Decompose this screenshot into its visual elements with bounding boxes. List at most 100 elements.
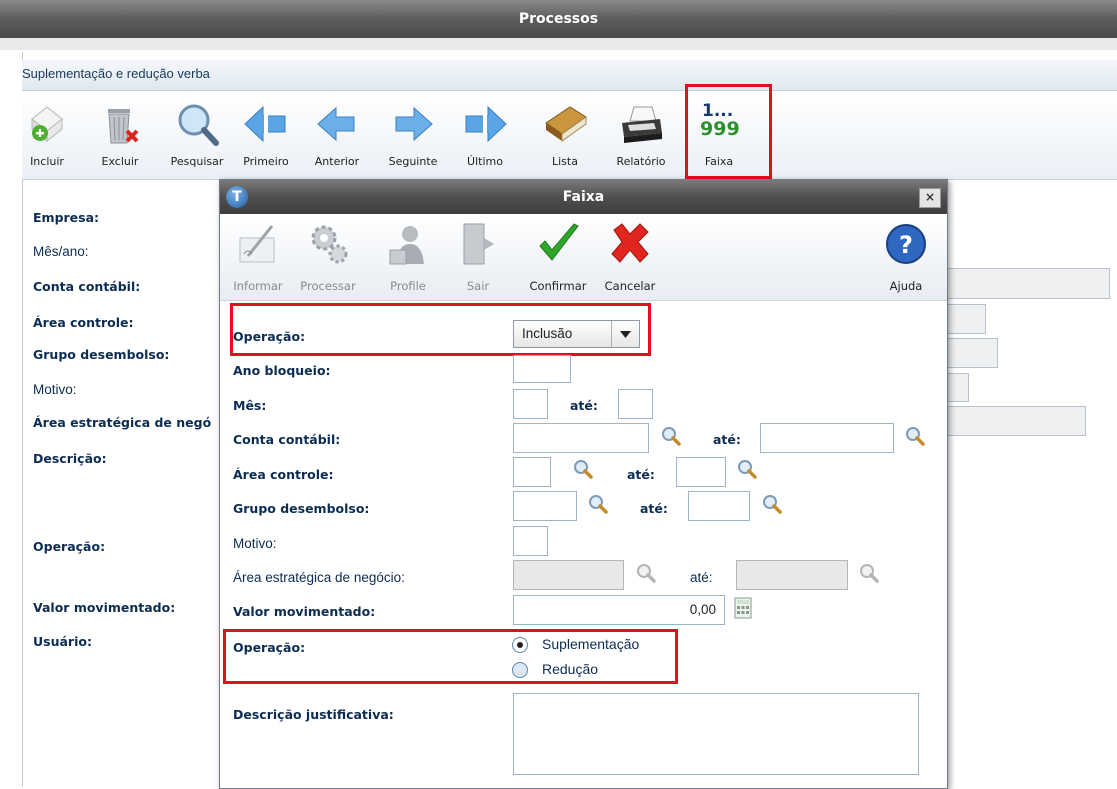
- seguinte-label: Seguinte: [388, 155, 438, 168]
- conta-contabil-from-search-icon[interactable]: [660, 425, 682, 447]
- area-estrategica-to-input[interactable]: [736, 560, 848, 590]
- excluir-button[interactable]: Excluir: [85, 91, 155, 179]
- excluir-label: Excluir: [101, 155, 139, 168]
- area-controle-from-search-icon[interactable]: [572, 458, 594, 480]
- profile-button[interactable]: Profile: [376, 214, 440, 300]
- primeiro-label: Primeiro: [243, 155, 289, 168]
- relatorio-button[interactable]: Relatório: [606, 91, 676, 179]
- grupo-desembolso-label: Grupo desembolso:: [33, 347, 170, 362]
- area-controle-to-search-icon[interactable]: [736, 458, 758, 480]
- user-profile-icon: [389, 226, 424, 265]
- area-estrategica-from-input[interactable]: [513, 560, 624, 590]
- ano-bloqueio-input[interactable]: [513, 355, 571, 383]
- mes-from-input[interactable]: [513, 389, 548, 419]
- conta-contabil-from-input[interactable]: [513, 423, 649, 453]
- pen-edit-icon: [239, 225, 275, 263]
- area-controle-to-input[interactable]: [676, 457, 726, 487]
- previous-arrow-icon: [317, 106, 355, 142]
- pesquisar-button[interactable]: Pesquisar: [162, 91, 232, 179]
- exit-door-icon: [463, 223, 494, 265]
- faixa-highlight-box: [685, 84, 772, 179]
- area-estrategica-label: Área estratégica de negó: [33, 415, 212, 430]
- lista-label: Lista: [552, 155, 578, 168]
- cancelar-label: Cancelar: [604, 279, 656, 293]
- primeiro-button[interactable]: Primeiro: [231, 91, 301, 179]
- conta-contabil-bg-field[interactable]: [946, 268, 1110, 299]
- area-controle-from-input[interactable]: [513, 457, 551, 487]
- svg-text:?: ?: [899, 231, 913, 259]
- incluir-button[interactable]: Incluir: [12, 91, 82, 179]
- area-controle-bg-field[interactable]: [946, 304, 986, 334]
- informar-button[interactable]: Informar: [226, 214, 290, 300]
- grupo-desembolso-from-input[interactable]: [513, 491, 577, 521]
- grupo-desembolso-to-search-icon[interactable]: [761, 493, 783, 515]
- sair-label: Sair: [466, 279, 490, 293]
- conta-contabil-ate-label: até:: [713, 432, 741, 447]
- operacao-highlight-box: [230, 303, 651, 356]
- mes-ano-label: Mês/ano:: [33, 244, 89, 259]
- help-question-icon: ?: [886, 224, 926, 264]
- informar-label: Informar: [233, 279, 283, 293]
- anterior-button[interactable]: Anterior: [302, 91, 372, 179]
- cancelar-button[interactable]: Cancelar: [598, 214, 662, 300]
- profile-label: Profile: [390, 279, 426, 293]
- faixa-dialog: T Faixa × Informar Processar Profile Sai…: [219, 179, 948, 789]
- dialog-motivo-label: Motivo:: [233, 536, 277, 551]
- descricao-label: Descrição:: [33, 451, 107, 466]
- confirmar-button[interactable]: Confirmar: [526, 214, 590, 300]
- grupo-desembolso-bg-field[interactable]: [946, 338, 998, 368]
- close-button[interactable]: ×: [919, 188, 941, 208]
- operacao-label: Operação:: [33, 539, 106, 554]
- module-header: Suplementação e redução verba: [22, 60, 1117, 91]
- dialog-toolbar: Informar Processar Profile Sair Confirma…: [220, 214, 947, 301]
- ajuda-label: Ajuda: [889, 279, 923, 293]
- ajuda-button[interactable]: ? Ajuda: [874, 214, 938, 300]
- next-arrow-icon: [395, 106, 433, 142]
- seguinte-button[interactable]: Seguinte: [378, 91, 448, 179]
- trash-delete-icon: [108, 109, 139, 144]
- area-estrategica-to-search-icon: [860, 564, 879, 583]
- dialog-area-estrategica-label: Área estratégica de negócio:: [233, 570, 405, 585]
- book-list-icon: [545, 106, 587, 142]
- descricao-justificativa-textarea[interactable]: [513, 693, 919, 775]
- motivo-bg-field[interactable]: [946, 373, 969, 402]
- pesquisar-label: Pesquisar: [170, 155, 224, 168]
- window-title: Processos: [518, 11, 599, 27]
- gears-icon: [311, 225, 348, 264]
- grupo-desembolso-from-search-icon[interactable]: [587, 493, 609, 515]
- conta-contabil-to-input[interactable]: [760, 423, 894, 453]
- relatorio-label: Relatório: [616, 155, 666, 168]
- last-arrow-icon: [465, 105, 507, 143]
- red-x-icon: [611, 223, 649, 263]
- sair-button[interactable]: Sair: [446, 214, 510, 300]
- window-title-bar: Processos: [0, 0, 1117, 38]
- empresa-label: Empresa:: [33, 210, 100, 225]
- motivo-input[interactable]: [513, 526, 548, 556]
- area-controle-ate-label: até:: [627, 467, 655, 482]
- incluir-label: Incluir: [30, 155, 64, 168]
- checkmark-icon: [539, 223, 579, 261]
- area-controle-label: Área controle:: [33, 315, 134, 330]
- add-document-icon: [31, 106, 63, 143]
- grupo-desembolso-ate-label: até:: [640, 501, 668, 516]
- ultimo-button[interactable]: Último: [450, 91, 520, 179]
- grupo-desembolso-to-input[interactable]: [688, 491, 750, 521]
- area-estrategica-ate-label: até:: [690, 570, 713, 585]
- conta-contabil-to-search-icon[interactable]: [904, 425, 926, 447]
- confirmar-label: Confirmar: [529, 279, 587, 293]
- processar-button[interactable]: Processar: [296, 214, 360, 300]
- calculator-icon[interactable]: [734, 597, 752, 619]
- ano-bloqueio-label: Ano bloqueio:: [233, 363, 331, 378]
- mes-to-input[interactable]: [618, 389, 653, 419]
- anterior-label: Anterior: [314, 155, 360, 168]
- area-estrategica-bg-field[interactable]: [946, 406, 1086, 436]
- module-title: Suplementação e redução verba: [22, 66, 210, 81]
- app-logo-icon: T: [226, 186, 248, 208]
- lista-button[interactable]: Lista: [530, 91, 600, 179]
- conta-contabil-label: Conta contábil:: [33, 279, 141, 294]
- valor-movimentado-input[interactable]: 0,00: [513, 595, 725, 625]
- area-estrategica-from-search-icon: [637, 564, 656, 583]
- operacao-radio-highlight-box: [223, 629, 678, 684]
- valor-movimentado-label: Valor movimentado:: [33, 600, 176, 615]
- printer-icon: [622, 106, 662, 143]
